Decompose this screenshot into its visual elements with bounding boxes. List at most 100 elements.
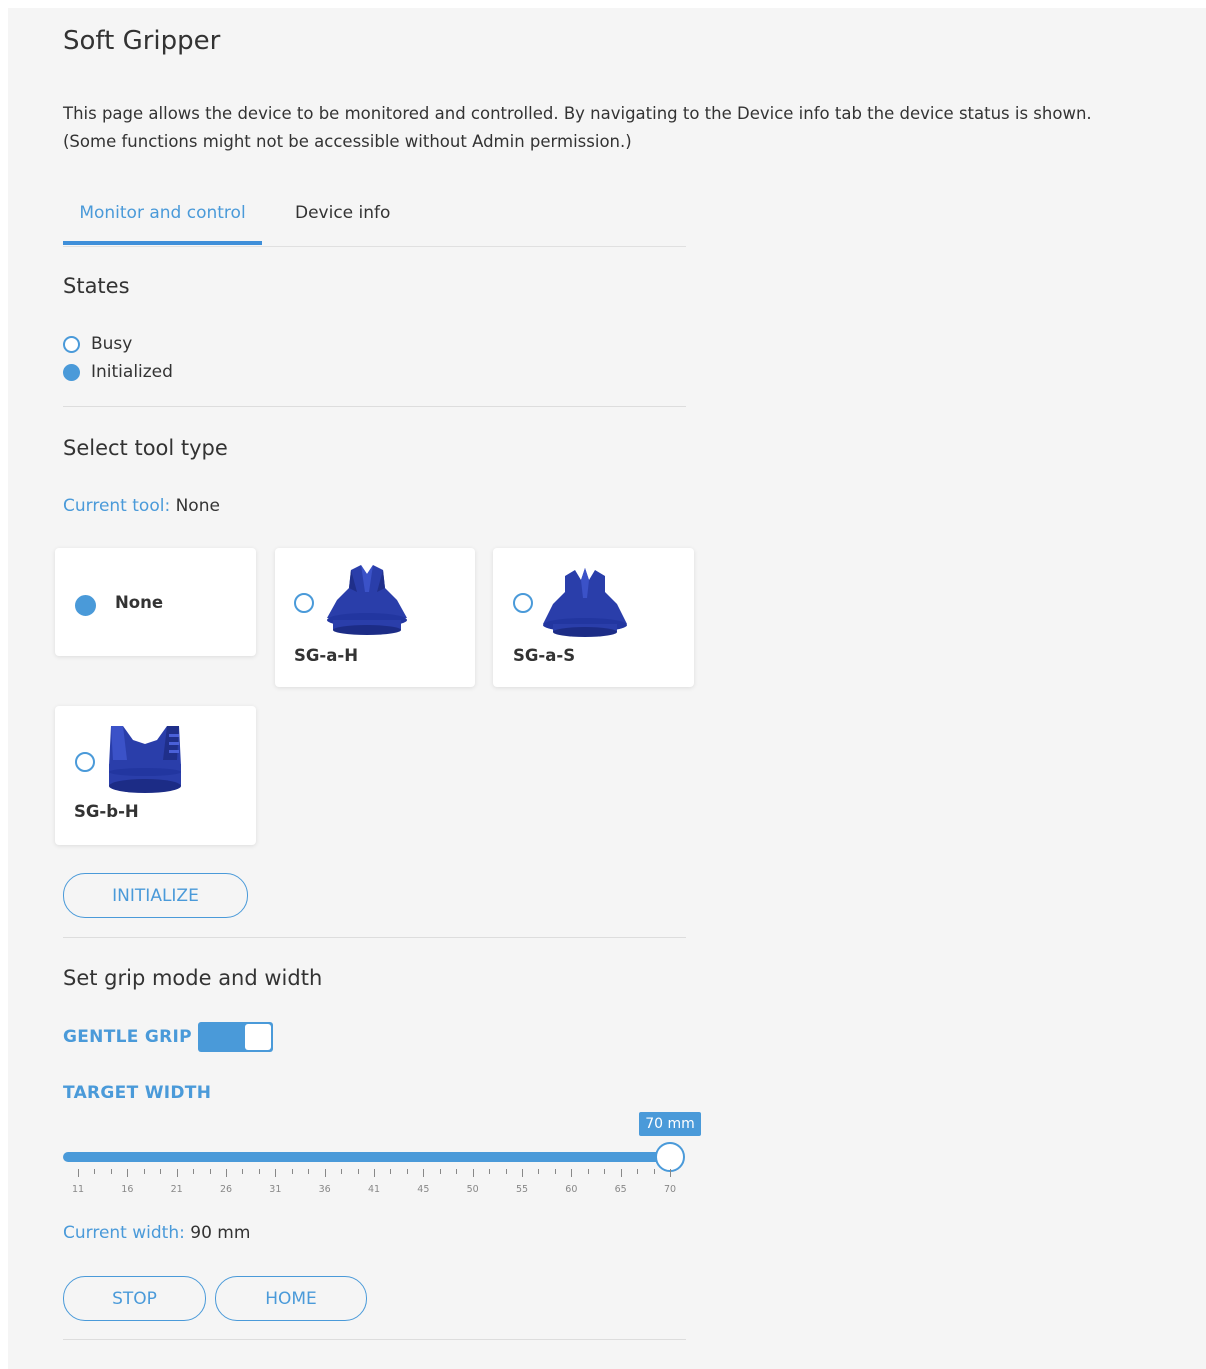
- slider-tick: [176, 1169, 178, 1177]
- divider: [63, 937, 686, 938]
- slider-tick: [620, 1169, 622, 1177]
- state-initialized-indicator: [63, 363, 80, 381]
- tool-option-sg-a-h[interactable]: SG-a-H: [275, 548, 475, 687]
- slider-tick: [587, 1169, 589, 1174]
- slider-tick-label: 60: [565, 1184, 578, 1195]
- slider-tick-label: 41: [367, 1184, 381, 1195]
- current-width-value: 90 mm: [190, 1223, 251, 1243]
- slider-tick: [489, 1169, 491, 1174]
- slider-tick-label: 31: [269, 1184, 282, 1195]
- slider-tick-label: 36: [318, 1184, 331, 1195]
- slider-tick: [571, 1169, 573, 1177]
- states-title: States: [63, 274, 130, 298]
- gripper-a-h-icon: [327, 565, 407, 635]
- slider-tick-label: 21: [170, 1184, 183, 1195]
- stop-button[interactable]: STOP: [63, 1276, 206, 1321]
- tool-sg-a-s-label: SG-a-S: [513, 646, 576, 665]
- state-initialized-label: Initialized: [91, 362, 173, 382]
- tool-option-sg-a-s[interactable]: SG-a-S: [493, 548, 694, 687]
- slider-tick: [209, 1169, 211, 1174]
- current-width-label: Current width:: [63, 1223, 185, 1243]
- slider-tick-label: 26: [219, 1184, 233, 1195]
- target-width-label: TARGET WIDTH: [63, 1083, 212, 1103]
- tool-none-label: None: [115, 593, 164, 612]
- tab-bar: Monitor and control Device info: [63, 198, 686, 247]
- slider-tick: [423, 1169, 425, 1177]
- slider-thumb[interactable]: [655, 1142, 685, 1172]
- slider-tick: [439, 1169, 441, 1174]
- slider-tick: [143, 1169, 145, 1174]
- tool-option-none[interactable]: None: [55, 548, 256, 656]
- slider-tick-label: 50: [466, 1184, 479, 1195]
- slider-tick: [604, 1169, 606, 1174]
- slider-tick: [160, 1169, 162, 1174]
- slider-tick: [406, 1169, 408, 1174]
- slider-tick: [554, 1169, 556, 1174]
- current-width: Current width: 90 mm: [63, 1223, 250, 1243]
- state-busy-label: Busy: [91, 334, 133, 354]
- slider-tick: [242, 1169, 244, 1174]
- grip-title: Set grip mode and width: [63, 966, 323, 990]
- slider-tick: [275, 1169, 277, 1177]
- slider-tick: [390, 1169, 392, 1174]
- slider-value-badge: 70 mm: [639, 1112, 701, 1136]
- tool-sg-b-h-radio[interactable]: [75, 752, 95, 772]
- slider-tick: [324, 1169, 326, 1177]
- slider-tick: [653, 1169, 655, 1174]
- tool-type-title: Select tool type: [63, 436, 228, 460]
- tool-none-radio[interactable]: [75, 595, 96, 616]
- current-tool: Current tool: None: [63, 496, 220, 516]
- slider-tick: [637, 1169, 639, 1174]
- slider-tick: [538, 1169, 540, 1174]
- slider-tick: [522, 1169, 523, 1177]
- slider-tick: [78, 1169, 79, 1177]
- toggle-knob[interactable]: [245, 1024, 271, 1050]
- page-description: This page allows the device to be monito…: [63, 100, 1163, 156]
- slider-tick: [374, 1169, 375, 1177]
- tool-sg-a-h-label: SG-a-H: [294, 646, 359, 665]
- gentle-grip-label: GENTLE GRIP: [63, 1027, 192, 1047]
- slider-tick-label: 55: [515, 1184, 529, 1195]
- slider-tick: [357, 1169, 359, 1174]
- divider: [63, 406, 686, 407]
- state-busy-indicator: [63, 335, 80, 353]
- slider-tick: [291, 1169, 293, 1174]
- tool-sg-a-h-radio[interactable]: [294, 593, 314, 613]
- state-busy: Busy: [63, 334, 132, 354]
- tool-option-sg-b-h[interactable]: SG-b-H: [55, 706, 256, 845]
- gripper-b-h-icon: [109, 726, 181, 793]
- divider: [63, 1339, 686, 1340]
- page-title: Soft Gripper: [63, 26, 221, 56]
- current-tool-label: Current tool:: [63, 496, 171, 516]
- slider-tick: [193, 1169, 195, 1174]
- slider-tick: [472, 1169, 474, 1177]
- initialize-button[interactable]: INITIALIZE: [63, 873, 248, 918]
- slider-tick-label: 65: [614, 1184, 627, 1195]
- slider-tick: [456, 1169, 458, 1174]
- slider-tick-label: 70: [663, 1184, 677, 1195]
- page-container: Soft Gripper This page allows the device…: [8, 8, 1206, 1369]
- slider-tick: [258, 1169, 260, 1174]
- description-line-1: This page allows the device to be monito…: [63, 104, 1092, 123]
- slider-tick-label: 16: [121, 1184, 134, 1195]
- description-line-2: (Some functions might not be accessible …: [63, 132, 632, 151]
- gripper-a-s-icon: [543, 568, 627, 637]
- home-button[interactable]: HOME: [215, 1276, 367, 1321]
- slider-tick: [308, 1169, 310, 1174]
- slider-track[interactable]: [63, 1152, 671, 1162]
- tab-monitor-and-control[interactable]: Monitor and control: [63, 198, 262, 245]
- slider-tick-label: 11: [71, 1184, 85, 1195]
- slider-tick: [505, 1169, 507, 1174]
- slider-tick: [110, 1169, 112, 1174]
- current-tool-value: None: [175, 496, 220, 516]
- state-initialized: Initialized: [63, 362, 173, 382]
- slider-tick: [341, 1169, 343, 1174]
- gentle-grip-toggle[interactable]: [198, 1022, 273, 1052]
- tool-sg-a-s-radio[interactable]: [513, 593, 533, 613]
- slider-tick: [226, 1169, 227, 1177]
- tool-sg-b-h-label: SG-b-H: [74, 802, 139, 821]
- slider-tick: [94, 1169, 96, 1174]
- tab-device-info[interactable]: Device info: [295, 198, 390, 244]
- slider-tick-label: 45: [417, 1184, 430, 1195]
- slider-tick: [127, 1169, 129, 1177]
